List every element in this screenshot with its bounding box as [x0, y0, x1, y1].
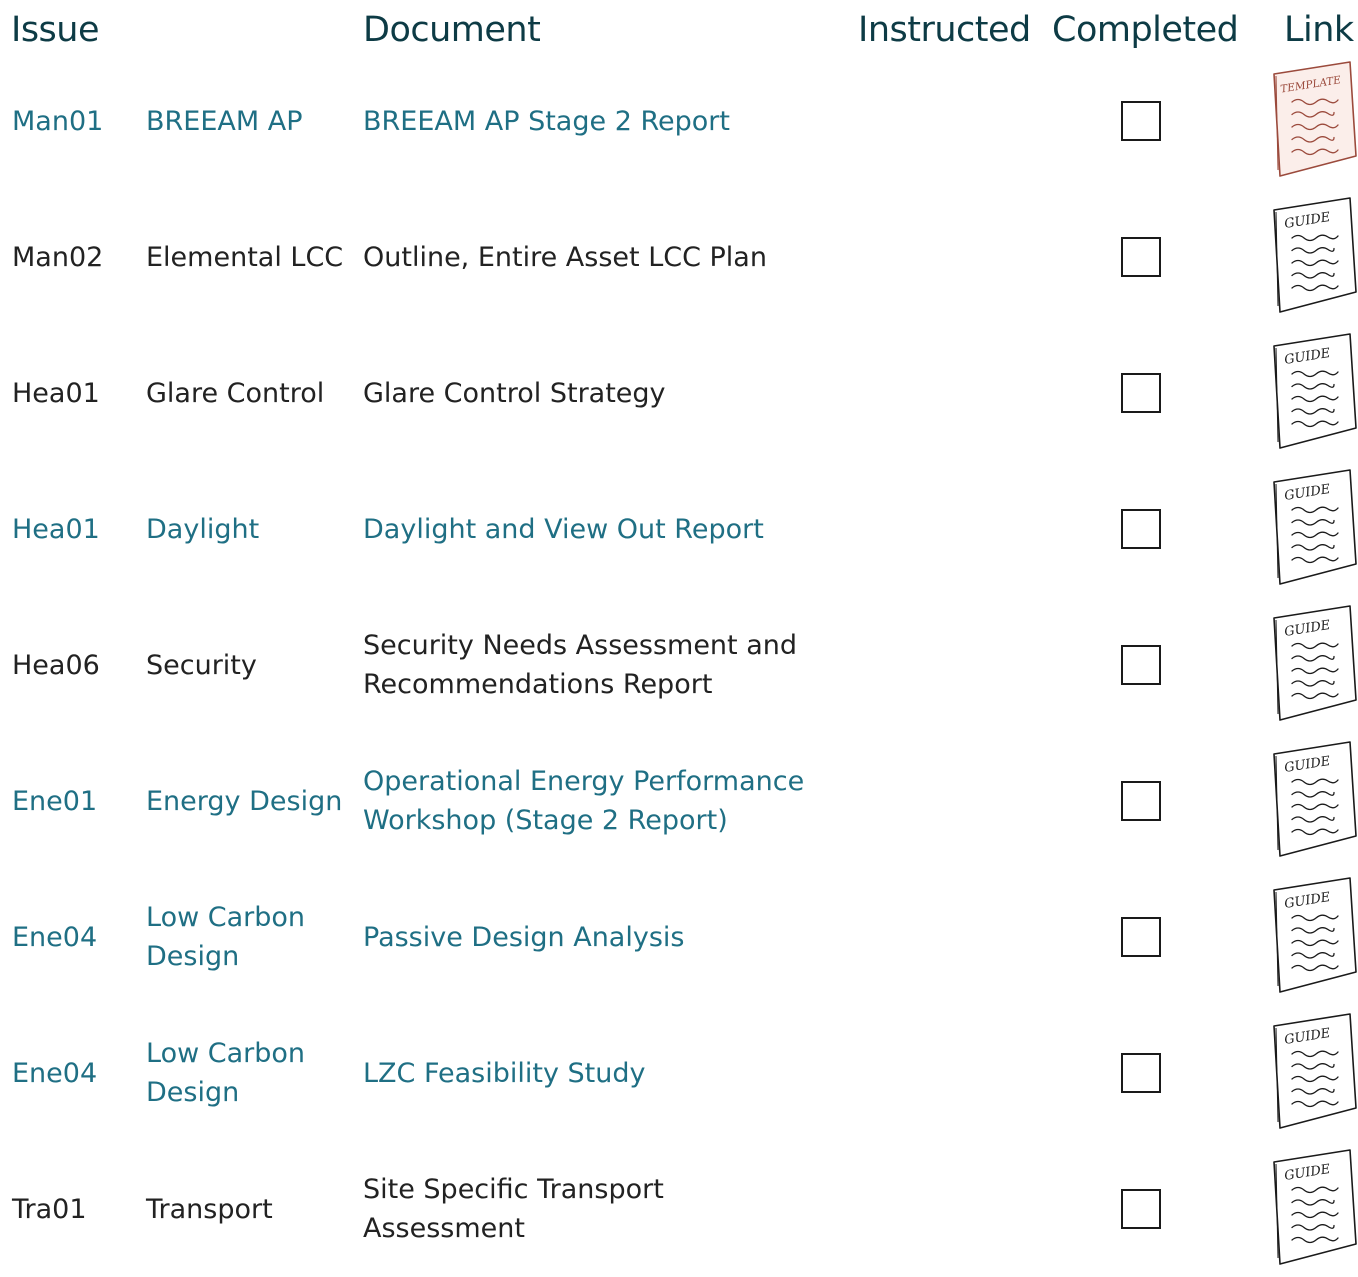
issue-cell-text[interactable]: Hea01: [12, 510, 100, 549]
table-row: Ene04 Low Carbon Design Passive Design Ana…: [0, 869, 1358, 1005]
document-cell[interactable]: Daylight and View Out Report: [363, 461, 833, 597]
issue-cell[interactable]: Hea01: [12, 461, 137, 597]
guide-icon[interactable]: GUIDE: [1270, 602, 1358, 728]
issue-cell-text[interactable]: Ene01: [12, 782, 97, 821]
guide-icon[interactable]: GUIDE: [1270, 330, 1358, 456]
guide-icon[interactable]: GUIDE: [1270, 194, 1358, 320]
topic-cell-text: Transport: [146, 1193, 273, 1225]
document-cell-text: Security Needs Assessment and Recommenda…: [363, 630, 798, 700]
completed-checkbox[interactable]: [1121, 781, 1161, 821]
completed-checkbox[interactable]: [1121, 101, 1161, 141]
guide-icon[interactable]: GUIDE: [1270, 1146, 1358, 1272]
topic-cell[interactable]: Low Carbon Design: [146, 1005, 346, 1141]
issue-cell[interactable]: Ene04: [12, 869, 137, 1005]
topic-cell-text[interactable]: BREEAM AP: [146, 102, 303, 141]
topic-cell[interactable]: Energy Design: [146, 733, 346, 869]
issue-cell: Hea06: [12, 597, 137, 733]
issue-cell: Man02: [12, 189, 137, 325]
document-cell-text: Glare Control Strategy: [363, 377, 666, 409]
document-cell: Glare Control Strategy: [363, 325, 833, 461]
document-cell-text: Outline, Entire Asset LCC Plan: [363, 241, 767, 273]
template-icon[interactable]: TEMPLATE: [1270, 58, 1358, 184]
document-cell: Site Specific Transport Assessment: [363, 1141, 833, 1277]
completed-checkbox[interactable]: [1121, 509, 1161, 549]
table-row: Ene01 Energy Design Operational Energy Per…: [0, 733, 1358, 869]
issue-cell-text: Man02: [12, 241, 104, 273]
topic-cell-text[interactable]: Daylight: [146, 510, 259, 549]
completed-checkbox[interactable]: [1121, 1189, 1161, 1229]
document-cell[interactable]: Passive Design Analysis: [363, 869, 833, 1005]
header-document: Document: [363, 10, 541, 50]
document-cell: Security Needs Assessment and Recommenda…: [363, 597, 833, 733]
completed-checkbox[interactable]: [1121, 1053, 1161, 1093]
issue-cell: Hea01: [12, 325, 137, 461]
document-cell-text[interactable]: Daylight and View Out Report: [363, 510, 764, 549]
document-cell-text[interactable]: BREEAM AP Stage 2 Report: [363, 102, 730, 141]
header-issue: Issue: [11, 10, 100, 50]
topic-cell-text[interactable]: Energy Design: [146, 782, 342, 821]
table-row: Hea06 Security Security Needs Assessment a…: [0, 597, 1358, 733]
table-row: Man02 Elemental LCC Outline, Entire Asset …: [0, 189, 1358, 325]
issue-cell: Tra01: [12, 1141, 137, 1277]
issue-cell[interactable]: Man01: [12, 53, 137, 189]
document-cell[interactable]: LZC Feasibility Study: [363, 1005, 833, 1141]
issue-cell-text[interactable]: Ene04: [12, 1054, 97, 1093]
issue-cell[interactable]: Ene04: [12, 1005, 137, 1141]
document-cell[interactable]: Operational Energy Performance Workshop …: [363, 733, 833, 869]
topic-cell-text[interactable]: Low Carbon Design: [146, 898, 346, 976]
guide-icon[interactable]: GUIDE: [1270, 466, 1358, 592]
document-cell-text: Site Specific Transport Assessment: [363, 1174, 664, 1244]
header-instructed: Instructed: [858, 10, 1031, 50]
table-row: Ene04 Low Carbon Design LZC Feasibility St…: [0, 1005, 1358, 1141]
topic-cell-text: Security: [146, 649, 257, 681]
document-cell[interactable]: BREEAM AP Stage 2 Report: [363, 53, 833, 189]
document-cell-text[interactable]: Operational Energy Performance Workshop …: [363, 762, 833, 840]
issue-cell-text: Hea01: [12, 377, 100, 409]
completed-checkbox[interactable]: [1121, 373, 1161, 413]
issue-cell-text[interactable]: Ene04: [12, 918, 97, 957]
completed-checkbox[interactable]: [1121, 237, 1161, 277]
topic-cell-text: Glare Control: [146, 377, 325, 409]
completed-checkbox[interactable]: [1121, 645, 1161, 685]
topic-cell-text: Elemental LCC: [146, 241, 344, 273]
table-row: Tra01 Transport Site Specific Transport As…: [0, 1141, 1358, 1277]
topic-cell[interactable]: BREEAM AP: [146, 53, 346, 189]
topic-cell[interactable]: Low Carbon Design: [146, 869, 346, 1005]
table-row: Man01 BREEAM AP BREEAM AP Stage 2 Report TE…: [0, 53, 1358, 189]
issue-cell[interactable]: Ene01: [12, 733, 137, 869]
issue-cell-text[interactable]: Man01: [12, 102, 103, 141]
guide-icon[interactable]: GUIDE: [1270, 874, 1358, 1000]
issue-cell-text: Tra01: [12, 1193, 87, 1225]
header-completed: Completed: [1052, 10, 1239, 50]
topic-cell-text[interactable]: Low Carbon Design: [146, 1034, 346, 1112]
issue-cell-text: Hea06: [12, 649, 100, 681]
topic-cell: Security: [146, 597, 346, 733]
header-link: Link: [1284, 10, 1354, 50]
document-cell-text[interactable]: Passive Design Analysis: [363, 918, 684, 957]
topic-cell: Elemental LCC: [146, 189, 346, 325]
topic-cell[interactable]: Daylight: [146, 461, 346, 597]
document-cell: Outline, Entire Asset LCC Plan: [363, 189, 833, 325]
table-row: Hea01 Daylight Daylight and View Out Repor…: [0, 461, 1358, 597]
guide-icon[interactable]: GUIDE: [1270, 1010, 1358, 1136]
document-cell-text[interactable]: LZC Feasibility Study: [363, 1054, 646, 1093]
table-row: Hea01 Glare Control Glare Control Strategy…: [0, 325, 1358, 461]
topic-cell: Transport: [146, 1141, 346, 1277]
topic-cell: Glare Control: [146, 325, 346, 461]
completed-checkbox[interactable]: [1121, 917, 1161, 957]
guide-icon[interactable]: GUIDE: [1270, 738, 1358, 864]
